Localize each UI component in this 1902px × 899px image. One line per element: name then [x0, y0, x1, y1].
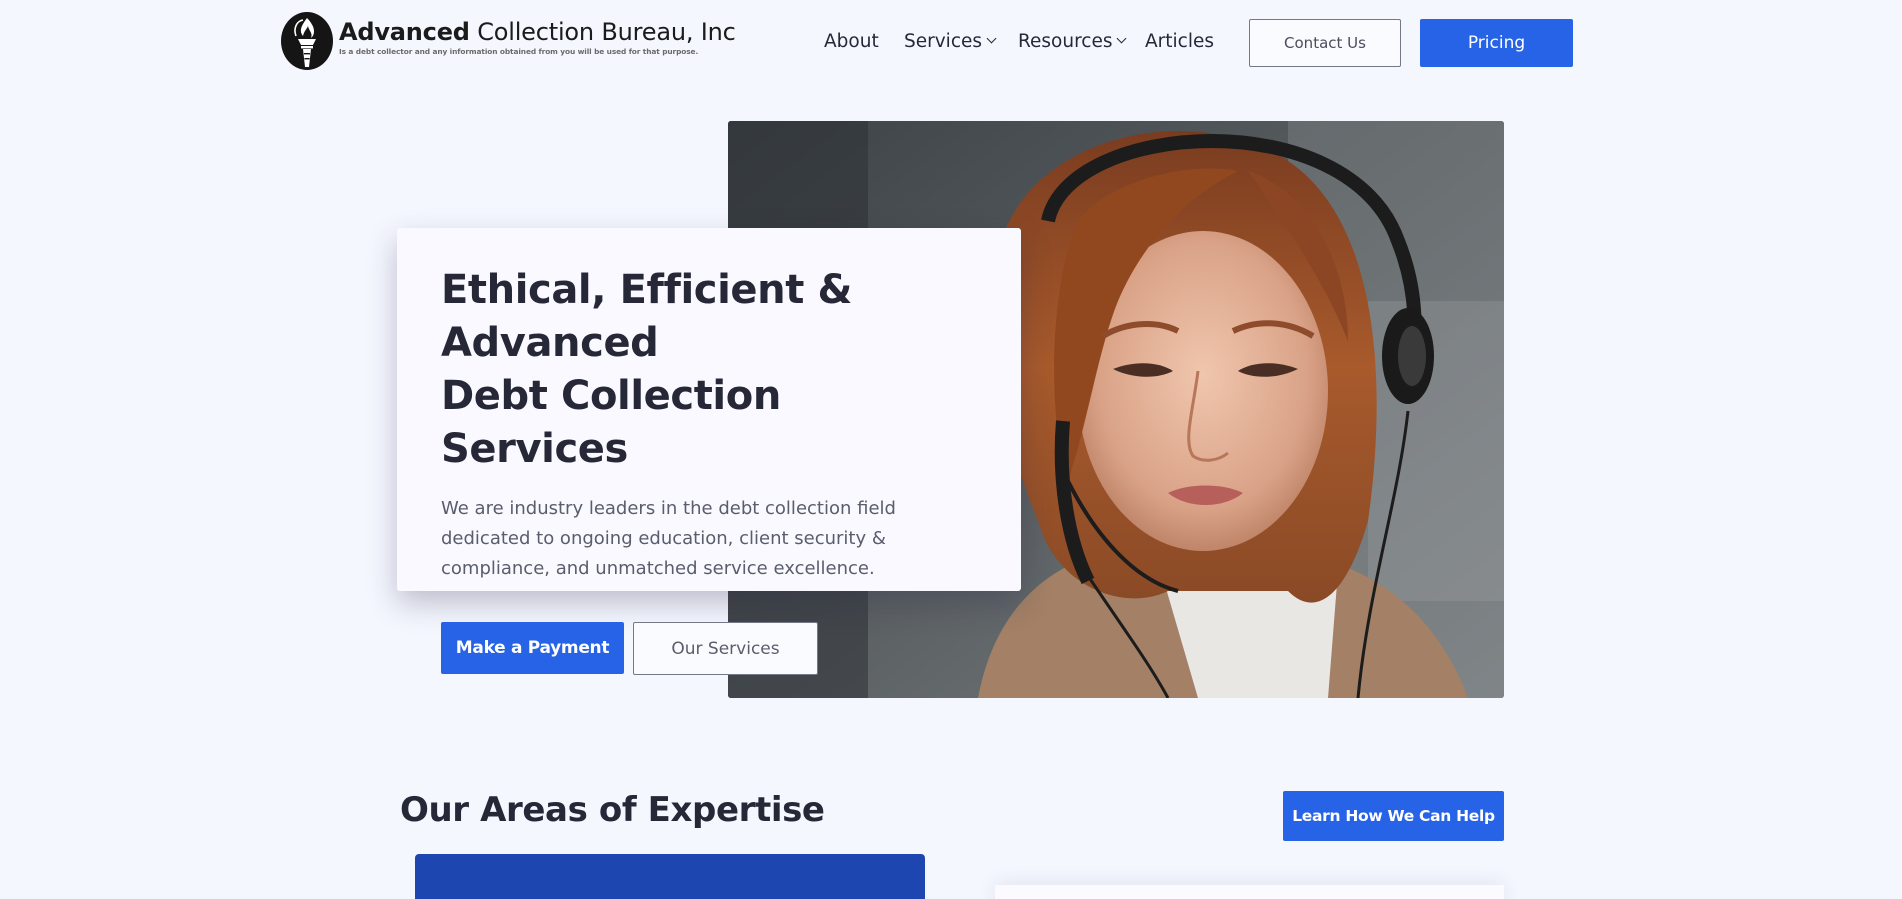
hero-title-line1: Ethical, Efficient & Advanced [441, 267, 852, 366]
logo-tagline: Is a debt collector and any information … [339, 47, 699, 56]
nav-resources[interactable]: Resources [1018, 31, 1127, 52]
nav-about[interactable]: About [824, 31, 879, 52]
site-logo[interactable]: Advanced Collection Bureau, Inc Is a deb… [281, 12, 736, 70]
learn-how-button[interactable]: Learn How We Can Help [1283, 791, 1504, 841]
pricing-button[interactable]: Pricing [1420, 19, 1573, 67]
our-services-button[interactable]: Our Services [633, 622, 818, 675]
site-header: Advanced Collection Bureau, Inc Is a deb… [0, 0, 1902, 86]
hero-title: Ethical, Efficient & Advanced Debt Colle… [441, 264, 977, 476]
expertise-card-white [995, 885, 1504, 899]
hero-title-line2: Debt Collection Services [441, 373, 781, 472]
logo-text: Advanced Collection Bureau, Inc Is a deb… [339, 20, 736, 56]
chevron-down-icon [986, 33, 997, 44]
contact-us-button[interactable]: Contact Us [1249, 19, 1401, 67]
nav-resources-label: Resources [1018, 31, 1113, 52]
chevron-down-icon [1117, 33, 1127, 44]
company-name: Advanced Collection Bureau, Inc [339, 18, 736, 46]
expertise-card-blue [415, 854, 925, 899]
hero-description: We are industry leaders in the debt coll… [441, 498, 896, 579]
expertise-title: Our Areas of Expertise [400, 790, 825, 830]
hero-buttons: Make a Payment Our Services [441, 622, 977, 675]
nav-services[interactable]: Services [904, 31, 997, 52]
nav-services-label: Services [904, 31, 983, 52]
nav-articles[interactable]: Articles [1145, 31, 1214, 52]
hero-card: Ethical, Efficient & Advanced Debt Colle… [397, 228, 1021, 675]
torch-logo-icon [281, 12, 333, 70]
make-payment-button[interactable]: Make a Payment [441, 622, 624, 674]
